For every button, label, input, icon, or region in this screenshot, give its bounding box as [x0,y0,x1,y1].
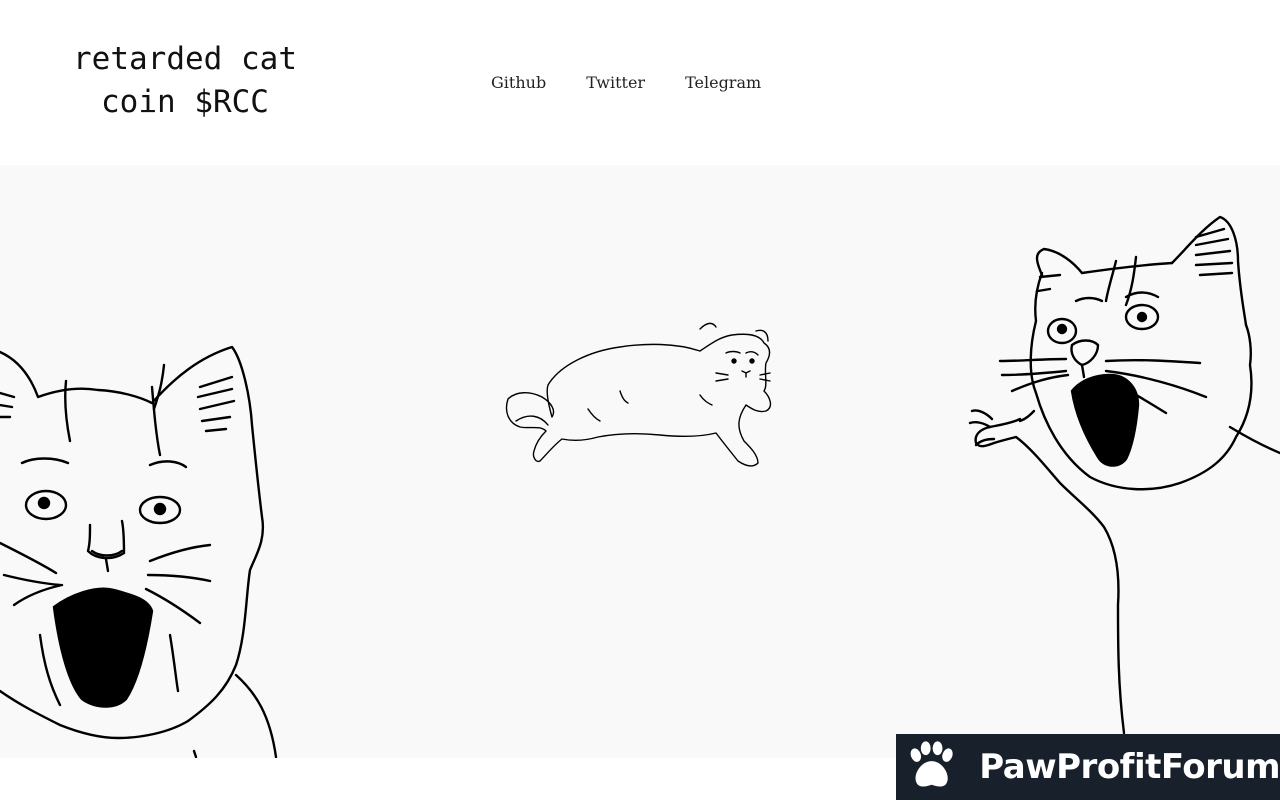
badge-label: PawProfitForum [979,747,1280,787]
nav-link-twitter[interactable]: Twitter [586,72,645,94]
screaming-cat-left-illustration [0,345,278,758]
main-nav: Github Twitter Telegram [491,72,801,94]
nav-link-telegram[interactable]: Telegram [685,72,761,94]
site-title-line2: coin $RCC [101,84,269,120]
hero-illustration [0,215,1280,758]
screaming-cat-right-illustration [968,215,1280,735]
pawprofitforum-badge[interactable]: PawProfitForum [896,734,1280,800]
lying-cat-center-illustration [505,322,772,467]
site-header: retarded cat coin $RCC Github Twitter Te… [0,0,1280,165]
nav-link-github[interactable]: Github [491,72,546,94]
site-title-line1: retarded cat [73,41,297,77]
site-title[interactable]: retarded cat coin $RCC [55,38,315,124]
paw-icon [910,741,953,787]
hero-banner [0,165,1280,758]
